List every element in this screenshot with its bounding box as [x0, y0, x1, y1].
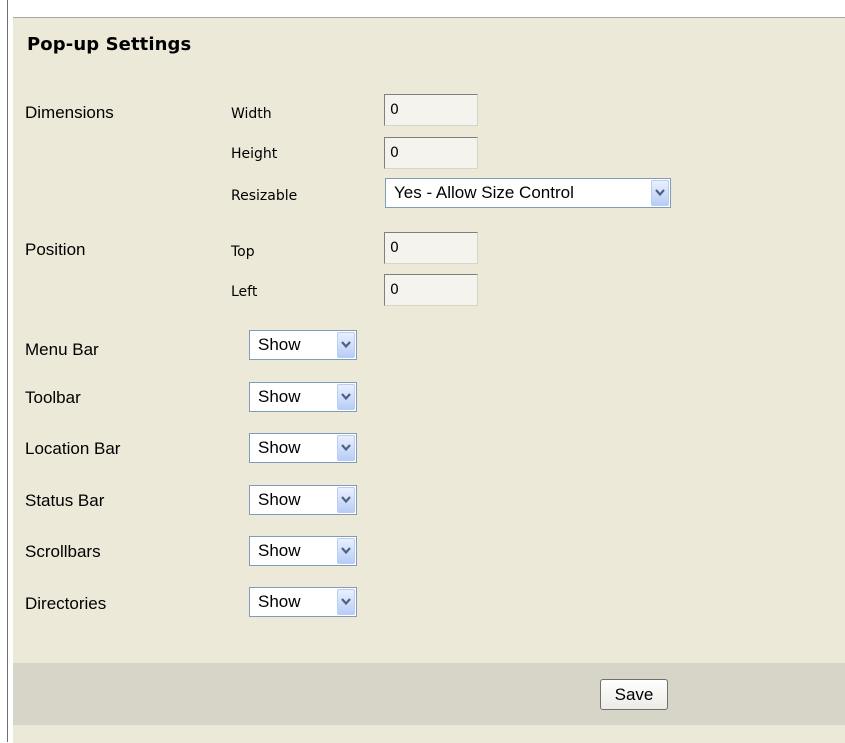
- save-button[interactable]: Save: [600, 679, 668, 710]
- top-input[interactable]: 0: [384, 232, 478, 264]
- menu-bar-select-value: Show: [258, 335, 301, 354]
- resizable-select[interactable]: Yes - Allow Size Control: [385, 178, 671, 208]
- chevron-down-icon[interactable]: [337, 538, 355, 564]
- status-bar-select-value: Show: [258, 490, 301, 509]
- chevron-down-icon[interactable]: [337, 384, 355, 410]
- toolbar-select[interactable]: Show: [249, 382, 357, 412]
- menu-bar-label: Menu Bar: [25, 340, 99, 359]
- toolbar-select-value: Show: [258, 387, 301, 406]
- chevron-down-icon[interactable]: [337, 332, 355, 358]
- location-bar-select-value: Show: [258, 438, 301, 457]
- resizable-label: Resizable: [231, 188, 298, 204]
- scrollbars-label: Scrollbars: [25, 542, 101, 561]
- menu-bar-select[interactable]: Show: [249, 330, 357, 360]
- width-label: Width: [231, 106, 272, 122]
- top-label: Top: [231, 244, 255, 260]
- directories-select[interactable]: Show: [249, 587, 357, 617]
- chevron-down-icon[interactable]: [337, 589, 355, 615]
- resizable-select-value: Yes - Allow Size Control: [394, 183, 574, 202]
- status-bar-select[interactable]: Show: [249, 485, 357, 515]
- left-label: Left: [231, 284, 258, 300]
- settings-panel: Pop-up Settings Dimensions Width 0 Heigh…: [13, 17, 845, 743]
- popup-settings-window: Pop-up Settings Dimensions Width 0 Heigh…: [0, 0, 845, 743]
- chevron-down-icon[interactable]: [337, 487, 355, 513]
- directories-select-value: Show: [258, 592, 301, 611]
- toolbar-label: Toolbar: [25, 388, 81, 407]
- directories-label: Directories: [25, 594, 107, 613]
- location-bar-label: Location Bar: [25, 439, 121, 458]
- left-input[interactable]: 0: [384, 274, 478, 306]
- height-label: Height: [231, 146, 278, 162]
- chevron-down-icon[interactable]: [337, 435, 355, 461]
- location-bar-select[interactable]: Show: [249, 433, 357, 463]
- scrollbars-select[interactable]: Show: [249, 536, 357, 566]
- width-input[interactable]: 0: [384, 94, 478, 126]
- status-bar-label: Status Bar: [25, 491, 105, 510]
- page-title: Pop-up Settings: [27, 34, 192, 55]
- left-border-line: [7, 0, 8, 742]
- dimensions-label: Dimensions: [25, 103, 114, 122]
- scrollbars-select-value: Show: [258, 541, 301, 560]
- chevron-down-icon[interactable]: [651, 180, 669, 206]
- form-footer: [13, 663, 845, 725]
- height-input[interactable]: 0: [384, 137, 478, 169]
- position-label: Position: [25, 240, 86, 259]
